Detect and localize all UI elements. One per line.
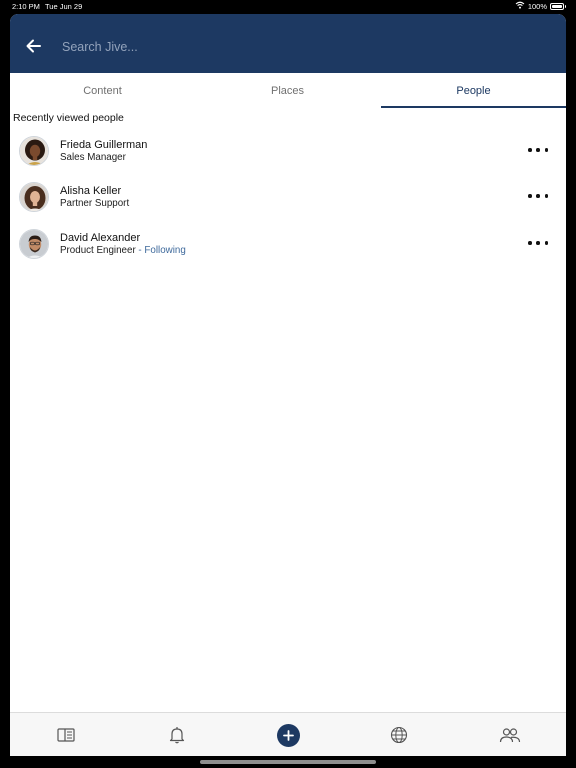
person-name: David Alexander [60, 232, 141, 244]
back-button[interactable] [24, 38, 44, 54]
person-title-line: Product Engineer - Following [60, 245, 186, 256]
nav-news[interactable] [46, 713, 86, 756]
search-input[interactable] [62, 36, 522, 58]
search-header [10, 14, 566, 73]
nav-people[interactable] [490, 713, 530, 756]
news-icon [57, 728, 75, 742]
person-title: Partner Support [60, 198, 130, 209]
more-options-icon[interactable] [528, 237, 548, 249]
status-time: 2:10 PM [12, 2, 40, 11]
arrow-left-icon [26, 39, 41, 53]
wifi-icon [515, 1, 525, 11]
person-title: Sales Manager [60, 152, 126, 163]
more-options-icon[interactable] [528, 144, 548, 156]
nav-notifications[interactable] [157, 713, 197, 756]
app-screen: Content Places People Recently viewed pe… [10, 14, 566, 756]
following-status: - Following [135, 245, 186, 256]
section-title: Recently viewed people [13, 112, 124, 124]
globe-icon [390, 726, 408, 744]
bell-icon [169, 727, 185, 744]
person-title: Product Engineer [60, 245, 136, 256]
status-indicators: 100% [515, 1, 566, 11]
status-date: Tue Jun 29 [45, 2, 83, 11]
nav-places[interactable] [379, 713, 419, 756]
home-indicator[interactable] [200, 760, 376, 764]
people-icon [499, 728, 521, 743]
nav-create[interactable] [268, 713, 308, 756]
person-row[interactable]: Frieda Guillerman Sales Manager [10, 132, 566, 176]
person-title-line: Sales Manager [60, 152, 126, 163]
person-row[interactable]: Alisha Keller Partner Support [10, 178, 566, 222]
tab-bar: Content Places People [10, 73, 566, 108]
status-bar: 2:10 PM Tue Jun 29 100% [0, 0, 576, 14]
battery-icon [550, 2, 566, 10]
person-name: Alisha Keller [60, 185, 122, 197]
tab-content[interactable]: Content [10, 73, 195, 108]
bottom-navigation [10, 712, 566, 756]
tab-selected-indicator [381, 106, 566, 108]
battery-percent: 100% [527, 1, 547, 11]
plus-circle-icon [276, 723, 300, 747]
avatar [19, 136, 49, 166]
person-title-line: Partner Support [60, 198, 129, 209]
person-name: Frieda Guillerman [60, 139, 148, 151]
avatar [19, 182, 49, 212]
more-options-icon[interactable] [528, 190, 548, 202]
avatar [19, 229, 49, 259]
tab-people[interactable]: People [381, 73, 566, 108]
tab-places[interactable]: Places [195, 73, 380, 108]
person-row[interactable]: David Alexander Product Engineer - Follo… [10, 225, 566, 269]
